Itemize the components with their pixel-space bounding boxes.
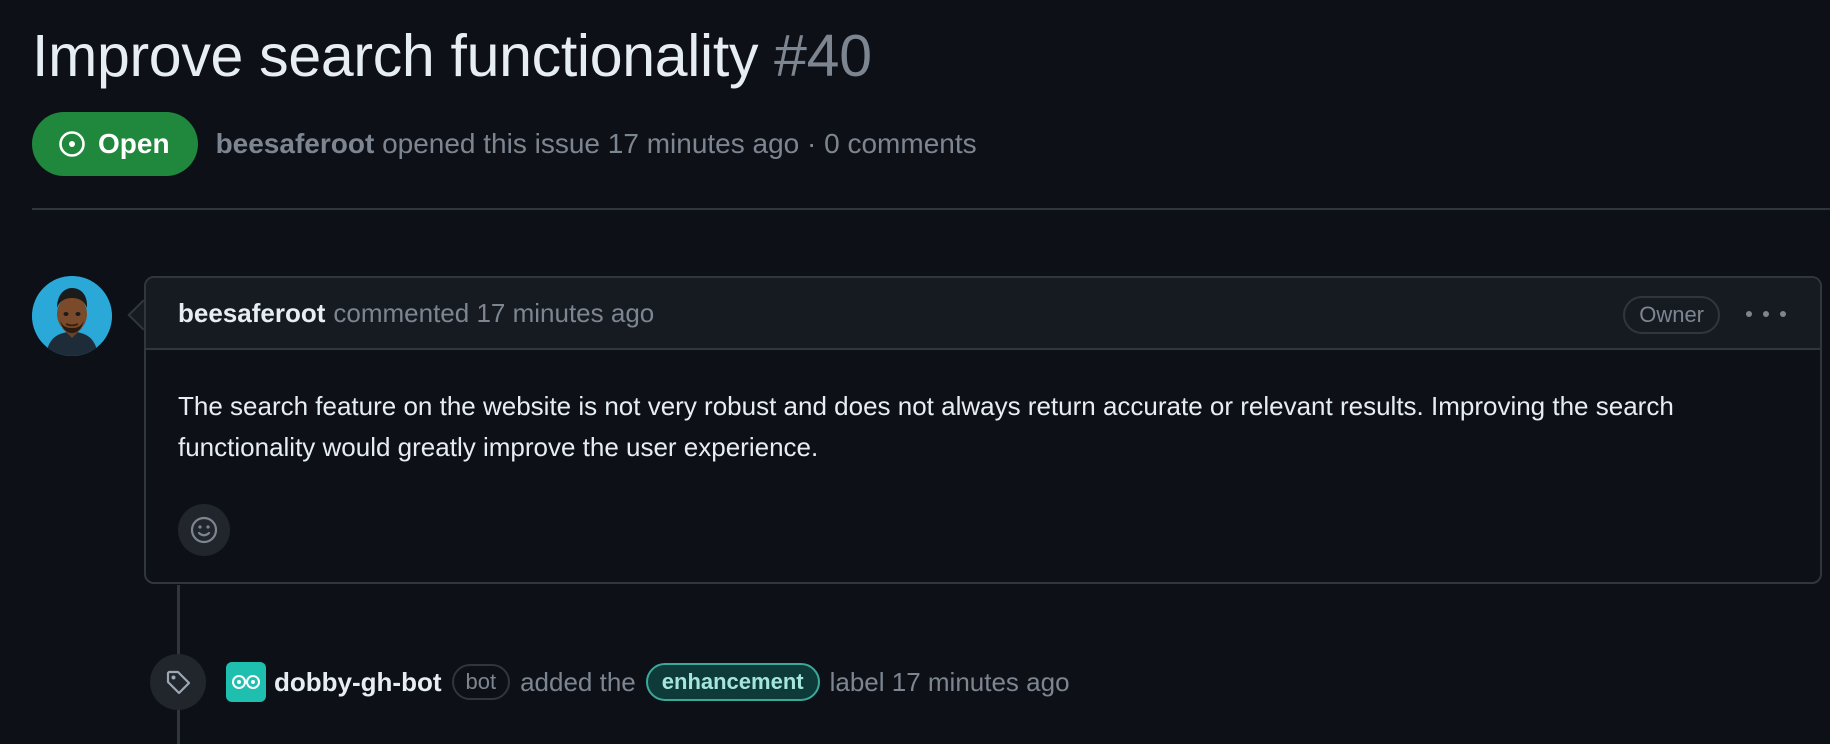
comment-box: beesaferoot commented 17 minutes ago Own… — [144, 276, 1822, 584]
comment-author-link[interactable]: beesaferoot — [178, 298, 325, 329]
kebab-dot-icon — [1763, 311, 1769, 317]
comment-header: beesaferoot commented 17 minutes ago Own… — [146, 278, 1820, 350]
issue-meta: Open beesaferoot opened this issue 17 mi… — [32, 112, 977, 176]
issue-meta-detail: opened this issue 17 minutes ago · 0 com… — [382, 128, 977, 159]
avatar[interactable] — [32, 276, 112, 356]
bot-avatar[interactable] — [226, 662, 266, 702]
kebab-dot-icon — [1746, 311, 1752, 317]
issue-number: #40 — [774, 23, 872, 89]
state-badge: Open — [32, 112, 198, 176]
event-text-before: added the — [520, 666, 636, 697]
header-divider — [32, 208, 1830, 210]
issue-page: Improve search functionality #40 Open be… — [0, 0, 1836, 748]
comment-options-button[interactable] — [1746, 300, 1786, 328]
issue-header: Improve search functionality #40 — [32, 22, 872, 98]
smiley-icon — [190, 516, 218, 544]
label-event: dobby-gh-bot bot added the enhancement l… — [150, 654, 1070, 710]
state-label: Open — [98, 128, 170, 159]
bot-avatar-icon — [232, 675, 260, 689]
tag-icon — [150, 654, 206, 710]
bot-badge: bot — [451, 664, 511, 700]
comment-timestamp[interactable]: commented 17 minutes ago — [333, 298, 654, 329]
enhancement-label[interactable]: enhancement — [645, 663, 820, 701]
event-text-after: label 17 minutes ago — [829, 666, 1070, 697]
issue-meta-text: beesaferoot opened this issue 17 minutes… — [216, 128, 977, 160]
window-edge — [1830, 0, 1836, 748]
add-reaction-button[interactable] — [178, 504, 230, 556]
window-edge-bottom — [0, 744, 1836, 748]
kebab-dot-icon — [1780, 311, 1786, 317]
user-avatar-image — [32, 276, 112, 356]
comment-body: The search feature on the website is not… — [178, 391, 1674, 462]
owner-badge: Owner — [1623, 296, 1720, 334]
issue-open-icon — [59, 131, 85, 157]
issue-title: Improve search functionality — [32, 23, 759, 89]
event-actor-link[interactable]: dobby-gh-bot — [274, 667, 442, 698]
issue-author-link[interactable]: beesaferoot — [216, 128, 375, 159]
